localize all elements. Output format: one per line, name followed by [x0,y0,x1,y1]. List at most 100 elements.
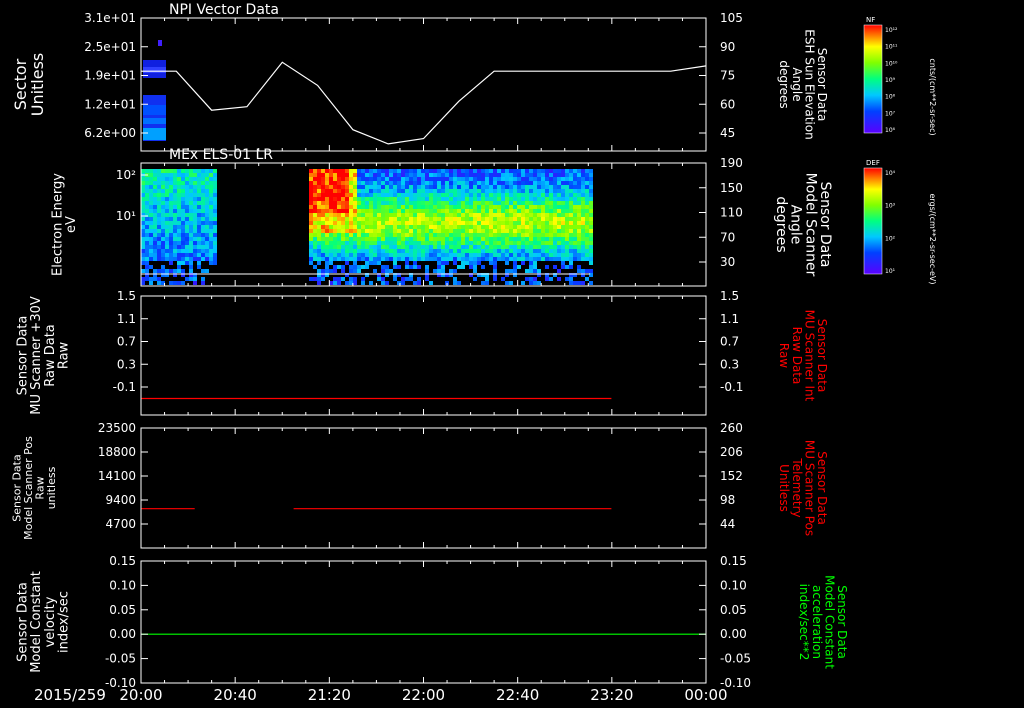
spectrogram-cell [433,181,437,185]
spectrogram-cell [505,197,509,201]
spectrogram-cell [193,241,197,245]
spectrogram-cell [409,213,413,217]
spectrogram-cell [389,269,393,273]
spectrogram-cell [333,249,337,253]
spectrogram-cell [353,205,357,209]
spectrogram-cell [461,221,465,225]
spectrogram-cell [205,169,209,173]
spectrogram-cell [365,253,369,257]
spectrogram-cell [437,245,441,249]
spectrogram-cell [505,181,509,185]
spectrogram-cell [205,197,209,201]
spectrogram-cell [445,193,449,197]
spectrogram-cell [577,269,581,273]
right-y-tick-label: 110 [720,206,743,220]
spectrogram-cell [477,245,481,249]
spectrogram-cell [509,241,513,245]
spectrogram-cell [541,177,545,181]
spectrogram-cell [473,277,477,281]
spectrogram-cell [169,193,173,197]
spectrogram-cell [417,245,421,249]
spectrogram-cell [345,241,349,245]
spectrogram-cell [341,257,345,261]
spectrogram-cell [321,225,325,229]
spectrogram-cell [309,173,313,177]
spectrogram-cell [501,213,505,217]
spectrogram-cell [145,265,149,269]
spectrogram-cell [189,173,193,177]
spectrogram-cell [405,265,409,269]
spectrogram-cell [569,221,573,225]
spectrogram-cell [449,177,453,181]
spectrogram-cell [181,193,185,197]
spectrogram-cell [345,177,349,181]
spectrogram-cell [189,169,193,173]
spectrogram-cell [477,261,481,265]
spectrogram-cell [365,169,369,173]
spectrogram-cell [145,185,149,189]
spectrogram-cell [561,169,565,173]
spectrogram-cell [529,245,533,249]
spectrogram-cell [313,245,317,249]
spectrogram-cell [529,233,533,237]
spectrogram-cell [145,245,149,249]
spectrogram-cell [581,201,585,205]
spectrogram-cell [341,229,345,233]
spectrogram-cell [581,225,585,229]
spectrogram-cell [165,201,169,205]
spectrogram-cell [421,233,425,237]
spectrogram-cell [473,241,477,245]
spectrogram-cell [493,205,497,209]
spectrogram-cell [569,237,573,241]
spectrogram-cell [561,209,565,213]
spectrogram-cell [433,209,437,213]
spectrogram-cell [589,189,593,193]
spectrogram-cell [585,241,589,245]
spectrogram-cell [181,185,185,189]
spectrogram-cell [489,233,493,237]
spectrogram-cell [385,209,389,213]
spectrogram-cell [493,233,497,237]
y-tick-label: 10² [116,168,136,182]
spectrogram-cell [453,249,457,253]
spectrogram-cell [381,225,385,229]
spectrogram-cell [477,197,481,201]
spectrogram-cell [453,277,457,281]
spectrogram-cell [525,269,529,273]
spectrogram-cell [513,245,517,249]
spectrogram-cell [161,221,165,225]
spectrogram-cell [337,241,341,245]
colorbar-tick-label: 10¹² [885,27,898,34]
spectrogram-cell [401,205,405,209]
spectrogram-cell [409,245,413,249]
spectrogram-cell [369,281,373,285]
spectrogram-cell [165,221,169,225]
spectrogram-cell [141,241,145,245]
spectrogram-cell [577,233,581,237]
spectrogram-cell [413,189,417,193]
spectrogram-cell [153,221,157,225]
spectrogram-cell [577,181,581,185]
spectrogram-cell [509,197,513,201]
spectrogram-cell [381,217,385,221]
spectrogram-cell [425,185,429,189]
spectrogram-cell [337,205,341,209]
spectrogram-cell [561,265,565,269]
spectrogram-cell [329,261,333,265]
spectrogram-cell [541,209,545,213]
spectrogram-cell [313,181,317,185]
spectrogram-cell [465,205,469,209]
spectrogram-cell [561,217,565,221]
spectrogram-cell [345,249,349,253]
spectrogram-cell [149,221,153,225]
spectrogram-cell [373,249,377,253]
spectrogram-cell [581,237,585,241]
spectrogram-cell [381,281,385,285]
spectrogram-cell [517,193,521,197]
spectrogram-cell [425,249,429,253]
spectrogram-cell [153,233,157,237]
spectrogram-cell [145,205,149,209]
spectrogram-cell [533,217,537,221]
spectrogram-cell [541,201,545,205]
spectrogram-cell [485,185,489,189]
